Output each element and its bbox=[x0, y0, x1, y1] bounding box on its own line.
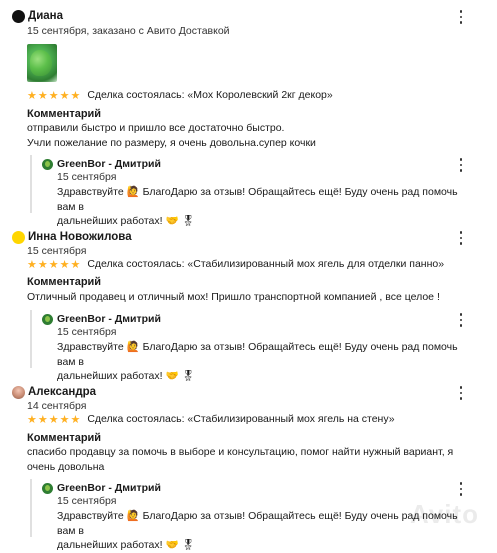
rating-row: ★★★★★ Сделка состоялась: «Стабилизирован… bbox=[27, 257, 444, 271]
star-rating-icon: ★★★★★ bbox=[27, 413, 82, 426]
comment-line: Учли пожелание по размеру, я очень довол… bbox=[27, 136, 316, 149]
seller-avatar[interactable] bbox=[42, 482, 53, 494]
reply-date: 15 сентября bbox=[57, 171, 117, 183]
seller-avatar[interactable] bbox=[42, 158, 53, 170]
more-options-icon[interactable] bbox=[458, 230, 464, 246]
reply-line: дальнейших работах! 🤝 🎖 bbox=[57, 539, 195, 551]
comment-text: отправили быстро и пришло все достаточно… bbox=[27, 121, 467, 150]
reply-line: дальнейших работах! 🤝 🎖 bbox=[57, 370, 195, 382]
comment-line: Отличный продавец и отличный мох! Пришло… bbox=[27, 291, 440, 303]
deal-info: Сделка состоялась: «Стабилизированный мо… bbox=[87, 258, 445, 270]
review-header: Александра bbox=[12, 383, 96, 401]
author-name[interactable]: Александра bbox=[28, 386, 96, 398]
seller-name[interactable]: GreenBor - Дмитрий bbox=[57, 313, 161, 325]
deal-info: Сделка состоялась: «Стабилизированный мо… bbox=[87, 413, 395, 425]
avatar[interactable] bbox=[12, 9, 25, 23]
more-options-icon[interactable] bbox=[458, 385, 464, 401]
review-date: 15 сентября bbox=[27, 245, 87, 257]
reply-line: Здравствуйте 🙋 БлагоДарю за отзыв! Обращ… bbox=[57, 341, 458, 368]
reply-line: дальнейших работах! 🤝 🎖 bbox=[57, 215, 195, 227]
reply-divider bbox=[30, 479, 32, 537]
comment-line: отправили быстро и пришло все достаточно… bbox=[27, 122, 285, 134]
seller-header: GreenBor - Дмитрий bbox=[42, 481, 161, 495]
author-name[interactable]: Диана bbox=[28, 10, 63, 22]
seller-header: GreenBor - Дмитрий bbox=[42, 157, 161, 171]
avatar[interactable] bbox=[12, 385, 25, 399]
reply-date: 15 сентября bbox=[57, 326, 117, 338]
seller-reply: GreenBor - Дмитрий 15 сентября Здравству… bbox=[30, 479, 470, 551]
more-options-icon[interactable] bbox=[458, 481, 464, 497]
reply-date: 15 сентября bbox=[57, 495, 117, 507]
reply-divider bbox=[30, 155, 32, 213]
seller-avatar[interactable] bbox=[42, 313, 53, 325]
review-header: Диана bbox=[12, 7, 63, 25]
reply-text: Здравствуйте 🙋 БлагоДарю за отзыв! Обращ… bbox=[57, 340, 477, 384]
comment-text: Отличный продавец и отличный мох! Пришло… bbox=[27, 290, 467, 305]
review-photo[interactable] bbox=[27, 44, 57, 82]
avatar[interactable] bbox=[12, 230, 25, 244]
seller-header: GreenBor - Дмитрий bbox=[42, 312, 161, 326]
comment-line: очень довольна bbox=[27, 460, 105, 473]
star-rating-icon: ★★★★★ bbox=[27, 89, 82, 102]
seller-name[interactable]: GreenBor - Дмитрий bbox=[57, 482, 161, 494]
reply-divider bbox=[30, 310, 32, 368]
more-options-icon[interactable] bbox=[458, 9, 464, 25]
more-options-icon[interactable] bbox=[458, 157, 464, 173]
star-rating-icon: ★★★★★ bbox=[27, 258, 82, 271]
review-date: 15 сентября, заказано с Авито Доставкой bbox=[27, 25, 230, 37]
comment-title: Комментарий bbox=[27, 432, 102, 444]
comment-title: Комментарий bbox=[27, 276, 102, 288]
comment-line: спасибо продавцу за помочь в выборе и ко… bbox=[27, 446, 454, 458]
seller-name[interactable]: GreenBor - Дмитрий bbox=[57, 158, 161, 170]
avito-watermark: Avito bbox=[409, 499, 479, 529]
review-header: Инна Новожилова bbox=[12, 228, 132, 246]
rating-row: ★★★★★ Сделка состоялась: «Мох Королевски… bbox=[27, 88, 333, 102]
seller-reply: GreenBor - Дмитрий 15 сентября Здравству… bbox=[30, 310, 470, 382]
comment-title: Комментарий bbox=[27, 108, 102, 120]
more-options-icon[interactable] bbox=[458, 312, 464, 328]
rating-row: ★★★★★ Сделка состоялась: «Стабилизирован… bbox=[27, 412, 395, 426]
seller-reply: GreenBor - Дмитрий 15 сентября Здравству… bbox=[30, 155, 470, 227]
author-name[interactable]: Инна Новожилова bbox=[28, 231, 132, 243]
reply-text: Здравствуйте 🙋 БлагоДарю за отзыв! Обращ… bbox=[57, 185, 477, 229]
review-date: 14 сентября bbox=[27, 400, 87, 412]
reply-line: Здравствуйте 🙋 БлагоДарю за отзыв! Обращ… bbox=[57, 186, 458, 213]
comment-text: спасибо продавцу за помочь в выборе и ко… bbox=[27, 445, 467, 474]
deal-info: Сделка состоялась: «Мох Королевский 2кг … bbox=[87, 89, 333, 101]
